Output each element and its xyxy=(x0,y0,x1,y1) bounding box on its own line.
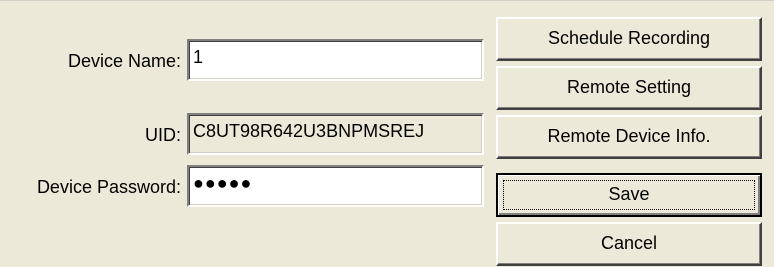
save-button[interactable]: Save xyxy=(496,173,762,217)
device-name-input[interactable]: 1 xyxy=(187,39,484,81)
device-password-label: Device Password: xyxy=(36,177,181,197)
cancel-button[interactable]: Cancel xyxy=(496,222,762,266)
remote-device-info-button[interactable]: Remote Device Info. xyxy=(496,115,762,159)
schedule-recording-button[interactable]: Schedule Recording xyxy=(496,17,762,61)
remote-setting-button[interactable]: Remote Setting xyxy=(496,66,762,110)
uid-label: UID: xyxy=(145,125,181,145)
save-button-label: Save xyxy=(608,184,650,204)
device-settings-dialog: Device Name: 1 UID: C8UT98R642U3BNPMSREJ… xyxy=(0,0,774,267)
device-password-input[interactable]: ●●●●● xyxy=(187,165,484,207)
device-name-label: Device Name: xyxy=(67,51,181,71)
uid-field[interactable]: C8UT98R642U3BNPMSREJ xyxy=(187,113,484,155)
